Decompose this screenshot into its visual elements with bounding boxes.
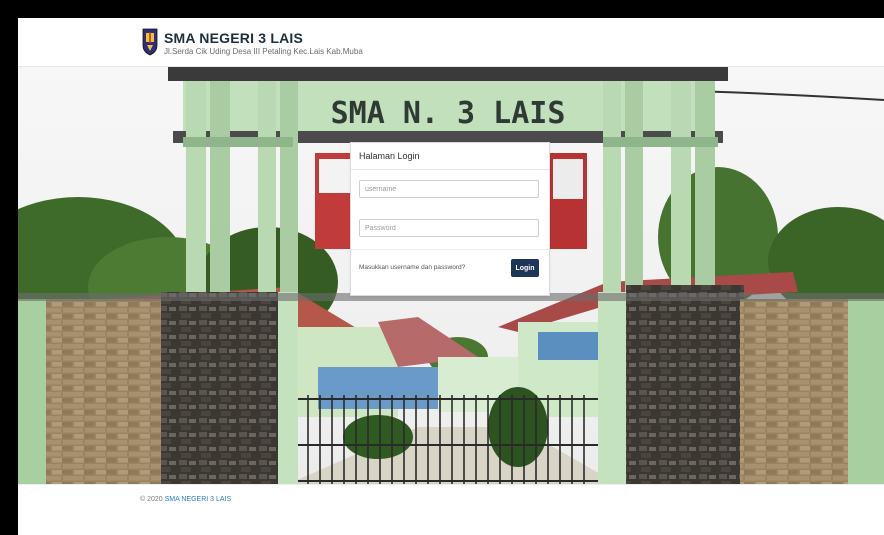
username-input[interactable] bbox=[359, 180, 539, 198]
login-title: Halaman Login bbox=[359, 151, 420, 161]
copyright-text: © 2020 SMA NEGERI 3 LAIS bbox=[140, 496, 231, 503]
login-panel: Halaman Login Masukkan username dan pass… bbox=[350, 142, 550, 296]
site-title[interactable]: SMA NEGERI 3 LAIS bbox=[164, 30, 303, 46]
school-crest-icon[interactable] bbox=[142, 27, 158, 57]
copyright-year: © 2020 bbox=[140, 496, 163, 503]
footer: © 2020 SMA NEGERI 3 LAIS bbox=[18, 484, 884, 535]
login-divider bbox=[351, 249, 549, 250]
screenshot-frame: SMA NEGERI 3 LAIS Jl.Serda Cik Uding Des… bbox=[0, 0, 884, 535]
password-input[interactable] bbox=[359, 219, 539, 237]
gate-sign-text: SMA N. 3 LAIS bbox=[331, 96, 566, 131]
site-address: Jl.Serda Cik Uding Desa III Petaling Kec… bbox=[164, 47, 363, 56]
login-button[interactable]: Login bbox=[511, 259, 539, 277]
footer-school-link[interactable]: SMA NEGERI 3 LAIS bbox=[165, 496, 232, 503]
login-hint-text: Masukkan username dan password? bbox=[359, 264, 466, 271]
header-bar: SMA NEGERI 3 LAIS Jl.Serda Cik Uding Des… bbox=[18, 18, 884, 67]
page: SMA NEGERI 3 LAIS Jl.Serda Cik Uding Des… bbox=[18, 18, 884, 535]
